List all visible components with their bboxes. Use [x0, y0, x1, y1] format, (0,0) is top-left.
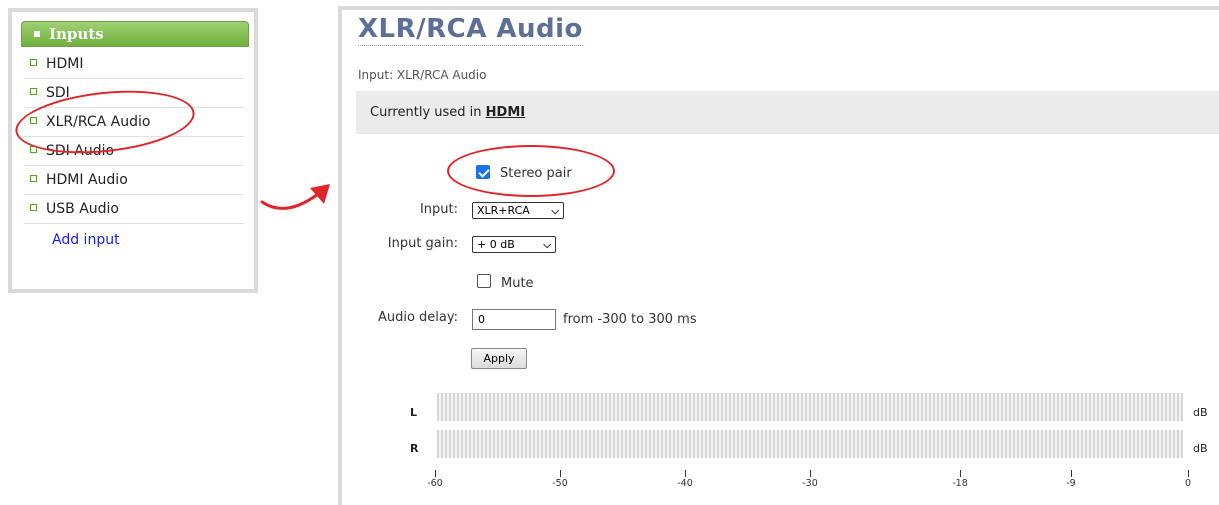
sidebar-item-label: HDMI Audio [46, 172, 128, 188]
audio-delay-label: Audio delay: [377, 310, 458, 325]
meter-scale-tick: -60 [420, 470, 450, 489]
meter-left-bar [437, 393, 1183, 421]
sidebar-item-label: HDMI [46, 56, 84, 72]
sidebar-item-hdmi[interactable]: HDMI [24, 50, 244, 79]
audio-delay-input[interactable]: 0 [472, 309, 556, 330]
input-label: Input: [419, 202, 458, 217]
bullet-icon [30, 59, 37, 66]
meter-right-bar [437, 430, 1183, 458]
currently-used-label: Currently used in [370, 105, 482, 120]
meter-scale-tick: -40 [670, 470, 700, 489]
input-gain-value: + 0 dB [477, 238, 515, 251]
stereo-pair-checkbox[interactable] [476, 165, 490, 179]
meter-right-unit: dB [1193, 442, 1208, 455]
mute-label: Mute [501, 276, 534, 291]
bullet-icon [30, 117, 37, 124]
sidebar-item-hdmi-audio[interactable]: HDMI Audio [24, 166, 244, 195]
add-input-link[interactable]: Add input [52, 232, 120, 248]
page-title: XLR/RCA Audio [358, 14, 583, 46]
arrow-annotation-icon [260, 184, 330, 210]
sidebar-item-usb-audio[interactable]: USB Audio [24, 195, 244, 224]
inputs-header: Inputs [21, 21, 249, 47]
sidebar-item-label: SDI Audio [46, 143, 115, 159]
apply-button[interactable]: Apply [471, 348, 527, 369]
input-select[interactable]: XLR+RCA ⌵ [472, 202, 564, 219]
sidebar-item-xlr-rca-audio[interactable]: XLR/RCA Audio [24, 108, 244, 137]
meter-left-label: L [410, 406, 418, 419]
currently-used-link[interactable]: HDMI [486, 105, 525, 120]
sidebar-item-sdi-audio[interactable]: SDI Audio [24, 137, 244, 166]
meter-right-label: R [410, 442, 419, 455]
meter-scale-tick: -50 [545, 470, 575, 489]
meter-scale-tick: 0 [1173, 470, 1203, 489]
meter-left-unit: dB [1193, 406, 1208, 419]
sidebar-item-label: USB Audio [46, 201, 119, 217]
inputs-header-label: Inputs [49, 25, 104, 43]
mute-checkbox[interactable] [477, 274, 491, 288]
input-gain-label: Input gain: [387, 236, 458, 251]
input-gain-select[interactable]: + 0 dB ⌵ [472, 236, 556, 253]
chevron-down-icon: ⌵ [551, 206, 559, 217]
bullet-icon [30, 88, 37, 95]
sidebar-item-sdi[interactable]: SDI [24, 79, 244, 108]
xlr-rca-audio-panel: XLR/RCA Audio Input: XLR/RCA Audio Curre… [338, 6, 1219, 505]
sidebar-item-label: XLR/RCA Audio [46, 114, 151, 130]
page-subtitle: Input: XLR/RCA Audio [358, 68, 487, 82]
audio-delay-range: from -300 to 300 ms [563, 312, 697, 327]
meter-scale-tick: -18 [945, 470, 975, 489]
inputs-sidebar: Inputs HDMI SDI XLR/RCA Audio SDI Audio … [8, 8, 258, 293]
meter-scale-tick: -30 [795, 470, 825, 489]
bullet-icon [30, 204, 37, 211]
input-select-value: XLR+RCA [477, 204, 530, 217]
currently-used-banner: Currently used in HDMI [356, 91, 1219, 134]
stereo-pair-label: Stereo pair [500, 166, 572, 181]
meter-scale-tick: -9 [1056, 470, 1086, 489]
chevron-down-icon: ⌵ [543, 240, 551, 251]
header-bullet-icon [34, 31, 40, 37]
bullet-icon [30, 146, 37, 153]
sidebar-item-label: SDI [46, 85, 70, 101]
bullet-icon [30, 175, 37, 182]
